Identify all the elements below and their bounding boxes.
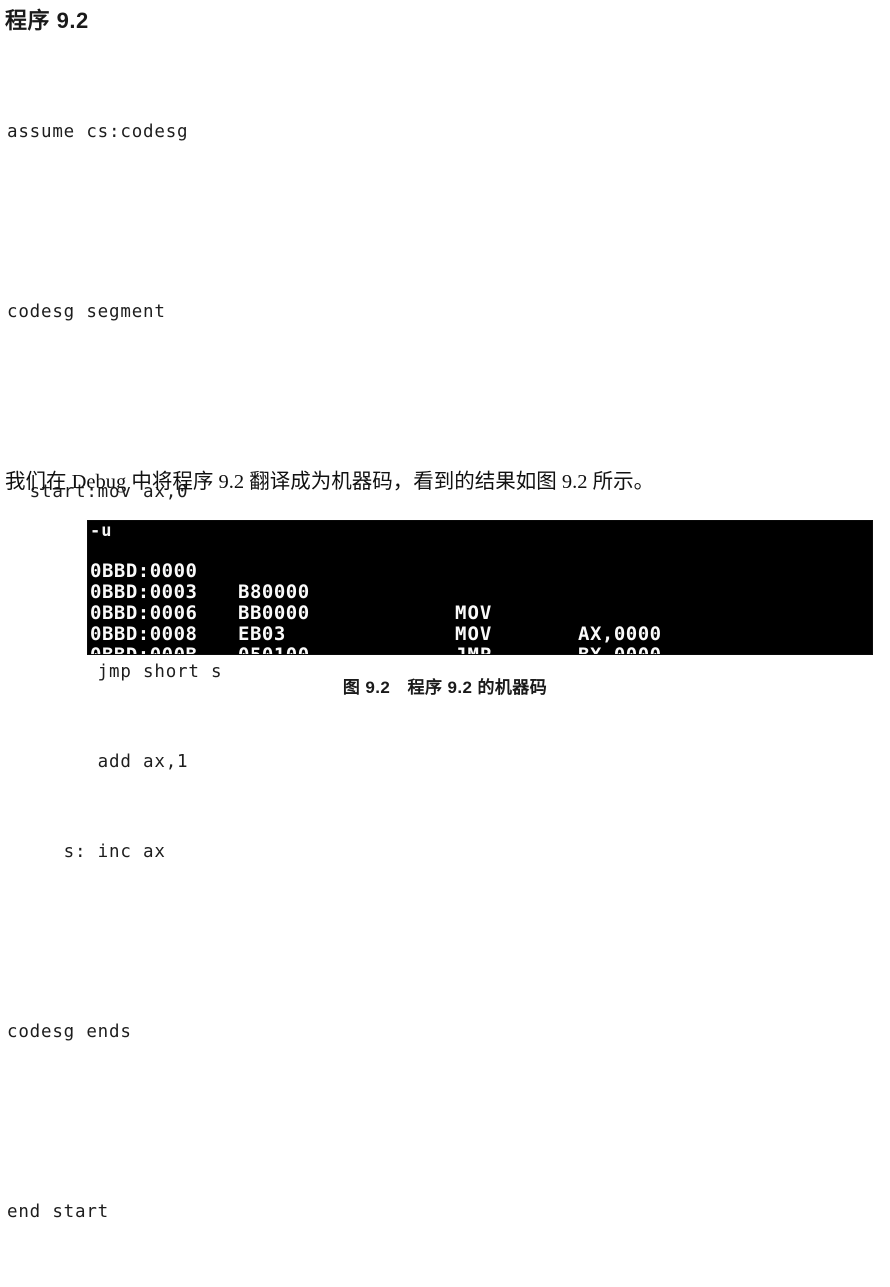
code-line: end start: [7, 1202, 110, 1222]
document-page: 程序 9.2 assume cs:codesg codesg segment s…: [0, 0, 890, 1222]
figure-caption: 图 9.2 程序 9.2 的机器码: [342, 678, 548, 697]
page-title: 程序 9.2: [5, 8, 89, 33]
instruction-operands: BX,0000: [578, 645, 662, 655]
code-line: codesg ends: [7, 1022, 132, 1042]
disassembly-row: 0BBD:0006 EB03 JMP 000B: [88, 582, 872, 655]
instruction-machine-code: 050100: [238, 645, 310, 655]
code-line: assume cs:codesg: [7, 122, 189, 142]
code-line: add ax,1: [7, 752, 189, 772]
body-paragraph: 我们在 Debug 中将程序 9.2 翻译成为机器码，看到的结果如图 9.2 所…: [5, 471, 655, 493]
code-line: s: inc ax: [7, 842, 166, 862]
disassembly-row: 0BBD:000B 40 INC AX: [88, 624, 872, 655]
terminal-prompt: -u: [90, 521, 113, 541]
disassembly-row: 0BBD:0000 B80000 MOV AX,0000: [88, 540, 872, 645]
instruction-mnemonic: JMP: [455, 645, 492, 655]
instruction-address: 0BBD:000B: [90, 645, 197, 655]
debug-terminal-screenshot: -u 0BBD:0000 B80000 MOV AX,0000 0BBD:000…: [88, 521, 872, 654]
disassembly-row: 0BBD:0003 BB0000 MOV BX,0000: [88, 561, 872, 655]
disassembly-row: 0BBD:0008 050100 ADD AX,0001: [88, 603, 872, 655]
assembly-code-listing: assume cs:codesg codesg segment start:mo…: [7, 57, 507, 1287]
code-line: codesg segment: [7, 302, 166, 322]
